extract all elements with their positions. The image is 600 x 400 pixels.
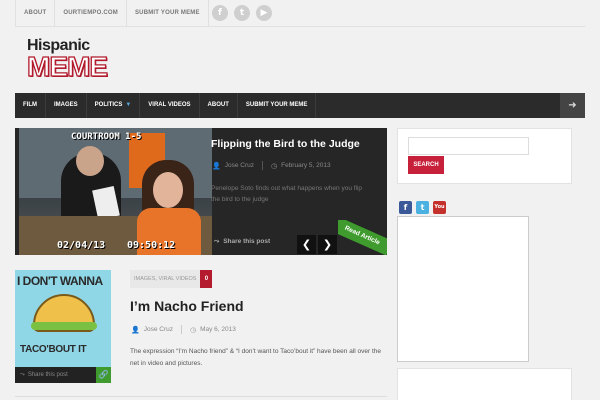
article-share-button[interactable]: ⤳ Share this post [15,367,96,383]
article-share-label: Share this post [27,372,68,378]
thumbnail-text-bottom: TACO'BOUT IT [20,344,87,355]
login-icon[interactable]: ➜ [560,93,585,118]
share-icon: ⤳ [20,371,25,378]
nav-item-viral-videos[interactable]: VIRAL VIDEOS [140,93,200,118]
author-icon: 👤 [212,161,221,170]
slider-prev-button[interactable]: ❮ [297,235,316,254]
twitter-icon[interactable]: t [416,201,429,214]
sidebar-widget-box [397,368,572,400]
article-meta: 👤 Jose Cruz ◷ May 6, 2013 [131,325,236,334]
comment-count-badge[interactable]: 0 [200,270,213,288]
twitter-icon[interactable]: t [234,5,250,21]
article-categories: IMAGES, VIRAL VIDEOS 0 [130,270,213,288]
facebook-icon[interactable]: f [212,5,228,21]
slide-title[interactable]: Flipping the Bird to the Judge [211,138,360,150]
meta-divider [261,161,263,170]
sidebar-embed-widget [397,216,529,362]
top-link-about[interactable]: ABOUT [15,0,56,27]
article-title[interactable]: I’m Nacho Friend [130,298,244,314]
author-icon: 👤 [131,325,140,334]
search-button[interactable]: SEARCH [408,156,444,174]
nav-item-politics-label: POLITICS [94,102,123,108]
slide-image-judge-face [76,146,104,176]
main-nav: FILM IMAGES POLITICS ▼ VIRAL VIDEOS ABOUT… [15,93,585,118]
nav-item-about[interactable]: ABOUT [200,93,238,118]
read-article-ribbon-clip: Read Article [338,220,387,255]
article-category-links[interactable]: IMAGES, VIRAL VIDEOS [130,270,201,288]
slide-share-label: Share this post [223,238,271,245]
slide-image-caption-room: COURTROOM 1-5 [71,132,142,142]
facebook-icon[interactable]: f [399,201,412,214]
nav-item-images[interactable]: IMAGES [46,93,87,118]
slide-image-caption-time: 09:50:12 [127,240,176,251]
slide-author[interactable]: Jose Cruz [225,162,254,169]
top-link-ourtiempo[interactable]: OURTIEMPO.COM [55,0,127,27]
slide-meta: 👤 Jose Cruz ◷ February 5, 2013 [212,161,331,170]
read-article-button[interactable]: Read Article [338,220,387,255]
social-links: f t ▶ [212,5,272,21]
youtube-icon[interactable]: ▶ [256,5,272,21]
share-icon: ⤳ [214,237,220,245]
article-author[interactable]: Jose Cruz [144,326,173,333]
content-divider [15,396,387,397]
article-excerpt: The expression “I’m Nacho friend” & “I d… [130,348,381,367]
link-icon[interactable]: 🔗 [96,367,111,383]
clock-icon: ◷ [270,161,278,170]
thumbnail-text-top: I DON'T WANNA [17,274,103,288]
nav-item-film[interactable]: FILM [15,93,46,118]
chevron-down-icon: ▼ [125,102,132,108]
sidebar-social-icons: f t You [399,201,446,214]
slider-next-button[interactable]: ❯ [318,235,337,254]
slide-image[interactable]: COURTROOM 1-5 02/04/13 09:50:12 [19,128,212,255]
top-links: ABOUT OURTIEMPO.COM SUBMIT YOUR MEME [15,0,209,27]
top-bar: ABOUT OURTIEMPO.COM SUBMIT YOUR MEME f t… [15,0,585,27]
top-link-submit-meme[interactable]: SUBMIT YOUR MEME [127,0,209,27]
meta-divider [180,325,182,334]
page: ABOUT OURTIEMPO.COM SUBMIT YOUR MEME f t… [0,0,600,400]
nav-item-submit-meme[interactable]: SUBMIT YOUR MEME [238,93,317,118]
clock-icon: ◷ [189,325,197,334]
slide-share-button[interactable]: ⤳ Share this post [214,237,270,246]
youtube-icon[interactable]: You [433,201,446,214]
article-date: May 6, 2013 [200,326,236,333]
site-logo[interactable]: Hispanic MEME [26,37,127,87]
slide-excerpt: Penelope Soto finds out what happens whe… [211,185,363,203]
nav-item-politics[interactable]: POLITICS ▼ [87,93,141,118]
logo-line2: MEME [26,51,108,82]
taco-lettuce [31,322,97,330]
search-input[interactable] [408,137,529,155]
slide-image-girl-face [153,172,183,208]
slide-date: February 5, 2013 [281,162,331,169]
slide-image-caption-date: 02/04/13 [57,240,106,251]
